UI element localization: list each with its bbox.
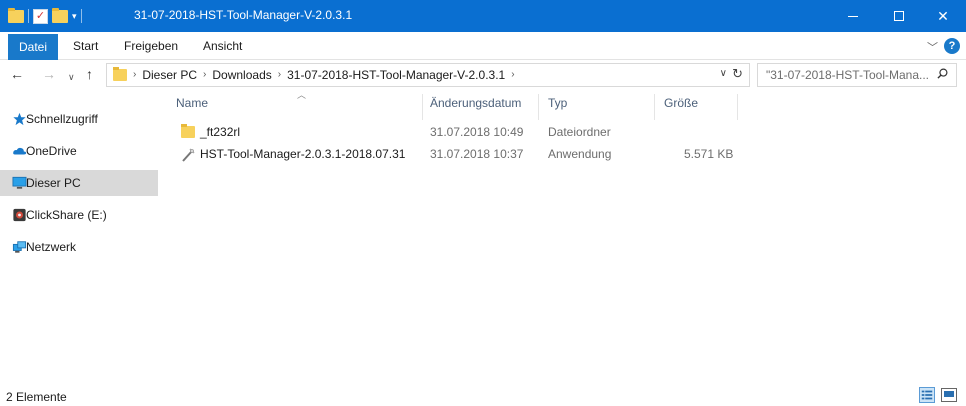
- breadcrumb: › Dieser PC › Downloads › 31-07-2018-HST…: [133, 68, 515, 82]
- ribbon-tabs: Datei Start Freigeben Ansicht ﹀ ?: [0, 32, 966, 60]
- file-date: 31.07.2018 10:49: [430, 125, 524, 139]
- tab-start[interactable]: Start: [73, 32, 98, 60]
- minimize-button[interactable]: [830, 0, 876, 32]
- breadcrumb-dieser-pc[interactable]: Dieser PC: [142, 68, 197, 82]
- new-folder-icon[interactable]: [52, 7, 68, 23]
- folder-icon: [181, 124, 195, 138]
- minimize-icon: [848, 15, 858, 17]
- file-name: _ft232rl: [200, 125, 241, 139]
- maximize-button[interactable]: [876, 0, 922, 32]
- star-icon: [13, 112, 26, 126]
- address-bar[interactable]: › Dieser PC › Downloads › 31-07-2018-HST…: [106, 63, 750, 87]
- file-row[interactable]: _ft232rl 31.07.2018 10:49 Dateiordner: [172, 122, 752, 144]
- forward-arrow-icon[interactable]: →: [42, 66, 56, 82]
- large-icons-view-icon[interactable]: [941, 388, 957, 402]
- details-view-icon[interactable]: [919, 387, 935, 403]
- file-size: 5.571 KB: [684, 147, 734, 161]
- monitor-icon: [12, 176, 27, 189]
- breadcrumb-chevron-icon[interactable]: ›: [278, 69, 281, 82]
- properties-icon[interactable]: ✓: [33, 8, 48, 24]
- close-button[interactable]: ✕: [920, 0, 966, 32]
- breadcrumb-chevron-icon[interactable]: ›: [203, 69, 206, 82]
- toolbar-separator: [28, 9, 29, 23]
- recent-locations-chevron-icon[interactable]: ∨: [68, 69, 75, 85]
- quick-access-toolbar: ✓ ▾: [8, 7, 82, 24]
- application-icon: [182, 148, 195, 162]
- refresh-icon[interactable]: ↻: [732, 66, 743, 82]
- sort-ascending-icon: ︿: [297, 90, 307, 100]
- sidebar-item-clickshare[interactable]: ClickShare (E:): [0, 202, 158, 228]
- address-dropdown-icon[interactable]: ∨: [720, 68, 727, 79]
- help-icon[interactable]: ?: [944, 38, 960, 54]
- breadcrumb-current-folder[interactable]: 31-07-2018-HST-Tool-Manager-V-2.0.3.1: [287, 68, 505, 82]
- file-date: 31.07.2018 10:37: [430, 147, 524, 161]
- sidebar-item-label: Dieser PC: [26, 176, 81, 190]
- expand-ribbon-chevron-icon[interactable]: ﹀: [927, 39, 938, 55]
- sidebar-item-label: Schnellzugriff: [26, 112, 98, 126]
- breadcrumb-chevron-icon[interactable]: ›: [133, 69, 136, 82]
- folder-icon: [113, 67, 127, 81]
- column-divider[interactable]: [654, 94, 655, 120]
- sidebar-item-schnellzugriff[interactable]: Schnellzugriff: [0, 106, 158, 132]
- column-header-label: Name: [176, 96, 209, 110]
- maximize-icon: [894, 11, 904, 21]
- sidebar-item-label: OneDrive: [26, 144, 77, 158]
- drive-icon: [13, 208, 26, 222]
- tab-freigeben[interactable]: Freigeben: [124, 32, 178, 60]
- toolbar-separator: [80, 9, 82, 23]
- sidebar-item-netzwerk[interactable]: Netzwerk: [0, 234, 158, 260]
- navigation-pane: Schnellzugriff OneDrive Dieser PC ClickS…: [0, 90, 158, 380]
- tab-ansicht[interactable]: Ansicht: [203, 32, 242, 60]
- cloud-icon: [13, 147, 27, 155]
- status-bar: 2 Elemente: [0, 384, 966, 406]
- file-name: HST-Tool-Manager-2.0.3.1-2018.07.31: [200, 147, 406, 161]
- network-icon: [12, 241, 27, 253]
- tab-datei[interactable]: Datei: [8, 34, 59, 60]
- search-icon[interactable]: [937, 68, 948, 79]
- column-divider[interactable]: [737, 94, 738, 120]
- title-bar: ✓ ▾ 31-07-2018-HST-Tool-Manager-V-2.0.3.…: [0, 0, 966, 32]
- column-divider[interactable]: [538, 94, 539, 120]
- back-arrow-icon[interactable]: ←: [10, 66, 24, 82]
- folder-icon: [8, 7, 24, 23]
- column-divider[interactable]: [422, 94, 423, 120]
- item-count: 2 Elemente: [6, 390, 67, 404]
- sidebar-item-label: Netzwerk: [26, 240, 77, 254]
- file-type: Anwendung: [548, 147, 612, 161]
- sidebar-item-label: ClickShare (E:): [26, 208, 107, 222]
- sidebar-item-dieser-pc[interactable]: Dieser PC: [0, 170, 158, 196]
- close-icon: ✕: [937, 7, 949, 24]
- column-header-name[interactable]: Name: [176, 96, 208, 110]
- search-placeholder: "31-07-2018-HST-Tool-Mana...: [766, 68, 930, 82]
- column-header-size[interactable]: Größe: [664, 96, 698, 110]
- breadcrumb-downloads[interactable]: Downloads: [212, 68, 271, 82]
- window-title: 31-07-2018-HST-Tool-Manager-V-2.0.3.1: [134, 8, 353, 22]
- column-header-date[interactable]: Änderungsdatum: [430, 96, 521, 110]
- file-type: Dateiordner: [548, 125, 611, 139]
- search-input[interactable]: "31-07-2018-HST-Tool-Mana...: [757, 63, 957, 87]
- up-arrow-icon[interactable]: ↑: [86, 66, 93, 82]
- file-row[interactable]: HST-Tool-Manager-2.0.3.1-2018.07.31 31.0…: [172, 144, 752, 166]
- breadcrumb-chevron-icon[interactable]: ›: [511, 69, 514, 82]
- column-header-type[interactable]: Typ: [548, 96, 567, 110]
- sidebar-item-onedrive[interactable]: OneDrive: [0, 138, 158, 164]
- customize-toolbar-chevron-icon[interactable]: ▾: [72, 11, 77, 22]
- navigation-bar: ← → ∨ ↑ › Dieser PC › Downloads › 31-07-…: [0, 60, 966, 90]
- file-list: Name ︿ Änderungsdatum Typ Größe _ft232rl…: [158, 90, 966, 380]
